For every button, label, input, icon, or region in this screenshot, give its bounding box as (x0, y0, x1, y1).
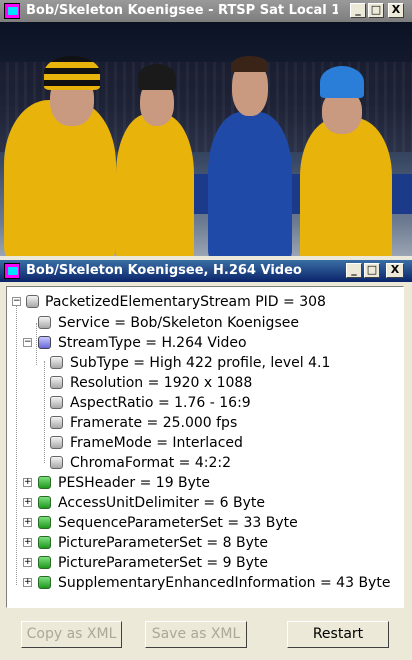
tree-label: AspectRatio = 1.76 - 16:9 (70, 395, 251, 411)
tree-child-node[interactable]: + PictureParameterSet = 9 Byte (7, 553, 403, 573)
tree-streamtype-node[interactable]: − StreamType = H.264 Video (7, 333, 403, 353)
minimize-button[interactable]: _ (350, 3, 366, 18)
gray-node-icon (50, 436, 63, 449)
gray-node-icon (50, 396, 63, 409)
green-node-icon (38, 556, 51, 569)
main-window-title: Bob/Skeleton Koenigsee - RTSP Sat Local … (26, 3, 338, 18)
tree-label: PacketizedElementaryStream PID = 308 (45, 294, 326, 310)
tree-detail-node[interactable]: AspectRatio = 1.76 - 16:9 (7, 393, 403, 413)
tree-detail-node[interactable]: Resolution = 1920 x 1088 (7, 373, 403, 393)
green-node-icon (38, 496, 51, 509)
tree-detail-node[interactable]: SubType = High 422 profile, level 4.1 (7, 353, 403, 373)
save-as-xml-button[interactable]: Save as XML (145, 621, 247, 648)
tree-service-node[interactable]: Service = Bob/Skeleton Koenigsee (7, 313, 403, 333)
close-button[interactable]: X (388, 3, 404, 18)
tree-label: FrameMode = Interlaced (70, 435, 243, 451)
tree-label: Service = Bob/Skeleton Koenigsee (58, 315, 299, 331)
inner-title-bar[interactable]: Bob/Skeleton Koenigsee, H.264 Video _ □ … (0, 260, 412, 282)
blue-node-icon (38, 336, 51, 349)
tree-label: StreamType = H.264 Video (58, 335, 247, 351)
expand-icon[interactable]: + (23, 498, 32, 507)
tree-child-node[interactable]: + PESHeader = 19 Byte (7, 473, 403, 493)
stream-tree[interactable]: − PacketizedElementaryStream PID = 308 S… (6, 286, 404, 608)
tree-label: SupplementaryEnhancedInformation = 43 By… (58, 575, 391, 591)
expand-icon[interactable]: + (23, 518, 32, 527)
tree-label: PictureParameterSet = 9 Byte (58, 555, 268, 571)
tree-label: ChromaFormat = 4:2:2 (70, 455, 231, 471)
tree-root-node[interactable]: − PacketizedElementaryStream PID = 308 (7, 292, 403, 312)
collapse-icon[interactable]: − (12, 297, 21, 306)
gray-node-icon (50, 416, 63, 429)
close-button[interactable]: X (386, 263, 404, 278)
green-node-icon (38, 476, 51, 489)
video-frame (0, 22, 412, 256)
tree-child-node[interactable]: + AccessUnitDelimiter = 6 Byte (7, 493, 403, 513)
app-icon (4, 3, 20, 19)
gray-node-icon (38, 316, 51, 329)
tree-label: PictureParameterSet = 8 Byte (58, 535, 268, 551)
main-title-bar[interactable]: Bob/Skeleton Koenigsee - RTSP Sat Local … (0, 0, 412, 22)
tree-label: Framerate = 25.000 fps (70, 415, 238, 431)
gray-node-icon (26, 295, 39, 308)
maximize-button[interactable]: □ (364, 263, 380, 278)
gray-node-icon (50, 456, 63, 469)
tree-child-node[interactable]: + SupplementaryEnhancedInformation = 43 … (7, 573, 403, 593)
tree-detail-node[interactable]: ChromaFormat = 4:2:2 (7, 453, 403, 473)
gray-node-icon (50, 376, 63, 389)
tree-label: SubType = High 422 profile, level 4.1 (70, 355, 331, 371)
tree-child-node[interactable]: + SequenceParameterSet = 33 Byte (7, 513, 403, 533)
expand-icon[interactable]: + (23, 558, 32, 567)
tree-child-node[interactable]: + PictureParameterSet = 8 Byte (7, 533, 403, 553)
green-node-icon (38, 516, 51, 529)
minimize-button[interactable]: _ (346, 263, 362, 278)
tree-label: Resolution = 1920 x 1088 (70, 375, 253, 391)
gray-node-icon (50, 356, 63, 369)
inner-window-title: Bob/Skeleton Koenigsee, H.264 Video (26, 263, 302, 278)
expand-icon[interactable]: + (23, 478, 32, 487)
collapse-icon[interactable]: − (23, 338, 32, 347)
tree-detail-node[interactable]: FrameMode = Interlaced (7, 433, 403, 453)
green-node-icon (38, 576, 51, 589)
tree-detail-node[interactable]: Framerate = 25.000 fps (7, 413, 403, 433)
maximize-button[interactable]: □ (368, 3, 384, 18)
restart-button[interactable]: Restart (287, 621, 389, 648)
app-icon (4, 263, 20, 279)
green-node-icon (38, 536, 51, 549)
expand-icon[interactable]: + (23, 538, 32, 547)
copy-as-xml-button[interactable]: Copy as XML (21, 621, 122, 648)
expand-icon[interactable]: + (23, 578, 32, 587)
tree-label: PESHeader = 19 Byte (58, 475, 211, 491)
tree-label: SequenceParameterSet = 33 Byte (58, 515, 298, 531)
tree-label: AccessUnitDelimiter = 6 Byte (58, 495, 265, 511)
